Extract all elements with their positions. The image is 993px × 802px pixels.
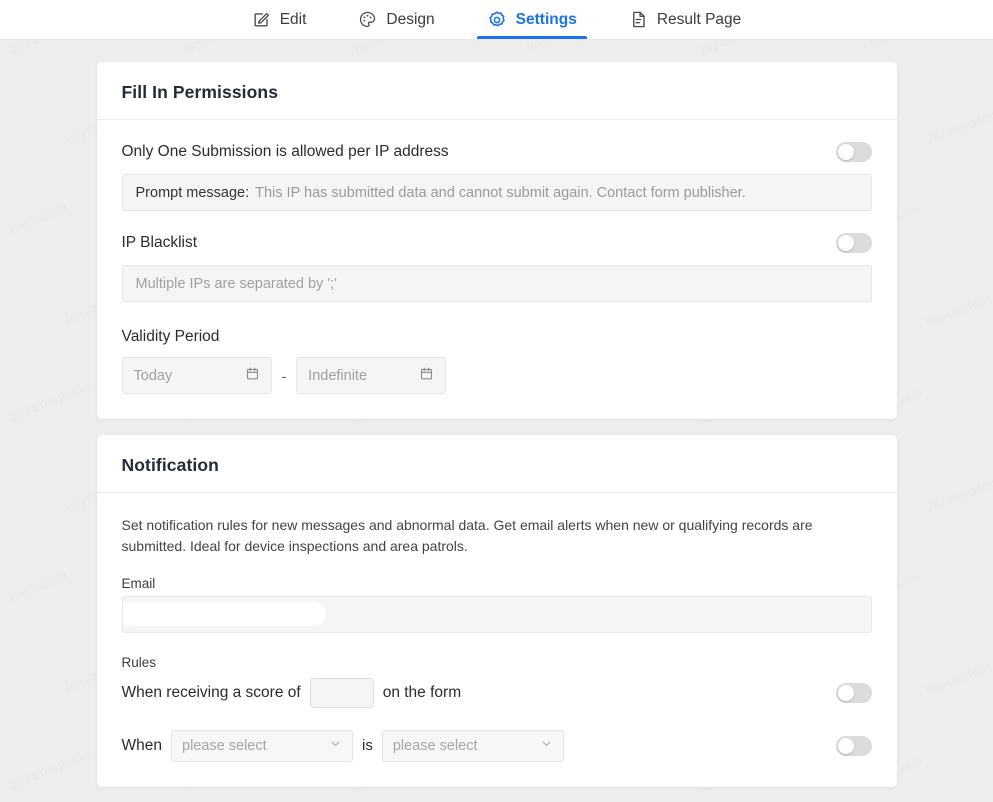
permissions-title: Fill In Permissions [121,82,279,102]
email-label: Email [121,575,156,591]
toggle-knob [837,235,854,251]
permissions-header: Fill In Permissions [96,62,897,120]
email-field[interactable] [121,595,872,633]
rules-label: Rules [121,654,157,670]
settings-page: Fill In Permissions Only One Submission … [0,40,993,787]
palette-icon [358,10,377,29]
validity-period-group: Validity Period Today - Indefinite [121,328,872,394]
tab-settings[interactable]: Settings [476,0,587,39]
rules-group: Rules When receiving a score of on the f… [122,655,872,762]
notification-card: Notification Set notification rules for … [96,435,897,787]
validity-start-date-input[interactable]: Today [121,357,272,394]
tab-design[interactable]: Design [352,0,440,39]
toggle-knob [837,737,854,754]
score-rule-toggle[interactable] [835,682,872,703]
score-value-input[interactable] [309,677,374,708]
ip-blacklist-input[interactable]: Multiple IPs are separated by ';' [121,265,872,302]
validity-end-date-input[interactable]: Indefinite [296,357,447,394]
ip-blacklist-toggle[interactable] [835,233,872,253]
calendar-icon [245,366,260,385]
score-rule-row: When receiving a score of on the form [121,677,872,708]
document-icon [629,10,648,29]
toggle-knob [837,684,854,701]
notification-title: Notification [121,455,219,475]
notification-header: Notification [96,435,897,493]
one-submission-label: Only One Submission is allowed per IP ad… [121,143,449,160]
one-submission-row: Only One Submission is allowed per IP ad… [122,142,872,162]
score-rule-prefix: When receiving a score of [121,683,301,701]
tab-settings-label: Settings [515,10,577,28]
date-range-separator: - [281,367,287,384]
condition-is-label: is [362,737,373,755]
edit-pencil-icon [252,10,271,29]
validity-period-row: Today - Indefinite [121,357,872,394]
email-group: Email [121,575,872,633]
validity-period-label: Validity Period [121,328,220,345]
tab-result-page[interactable]: Result Page [623,0,747,39]
prompt-message-input[interactable]: Prompt message: This IP has submitted da… [121,174,872,211]
fill-in-permissions-card: Fill In Permissions Only One Submission … [96,62,897,419]
active-tab-underline [476,36,587,39]
toggle-knob [837,144,854,160]
top-tab-bar: Edit Design Settings Result Page [0,0,993,40]
score-rule-suffix: on the form [382,683,462,701]
score-rule-text: When receiving a score of on the form [121,677,462,708]
chevron-down-icon [329,737,342,754]
condition-rule-prefix: When [121,736,163,754]
calendar-icon [419,366,434,385]
permissions-body: Only One Submission is allowed per IP ad… [97,120,897,419]
condition-rule-toggle[interactable] [835,735,872,756]
prompt-message-value: This IP has submitted data and cannot su… [255,184,746,201]
ip-blacklist-label: IP Blacklist [121,234,198,251]
tab-design-label: Design [386,10,435,28]
redacted-email-value [122,601,326,626]
one-submission-toggle[interactable] [835,142,872,162]
condition-field-select[interactable]: please select [171,729,353,762]
validity-end-placeholder: Indefinite [308,367,368,384]
gear-icon [487,10,507,30]
validity-start-placeholder: Today [133,367,173,384]
condition-value-text: please select [392,737,478,754]
condition-value-select[interactable]: please select [381,729,564,762]
notification-description: Set notification rules for new messages … [121,517,813,555]
tab-edit[interactable]: Edit [246,0,313,39]
ip-blacklist-row: IP Blacklist [122,233,872,253]
condition-field-value: please select [182,737,267,754]
prompt-message-key: Prompt message: [135,184,250,201]
tab-edit-label: Edit [279,10,307,28]
condition-rule-text: When please select is please select [121,729,564,762]
condition-rule-row: When please select is please select [121,729,872,762]
notification-body: Set notification rules for new messages … [97,493,897,787]
chevron-down-icon [540,737,553,754]
tab-result-page-label: Result Page [656,10,742,28]
ip-blacklist-placeholder: Multiple IPs are separated by ';' [135,275,337,292]
